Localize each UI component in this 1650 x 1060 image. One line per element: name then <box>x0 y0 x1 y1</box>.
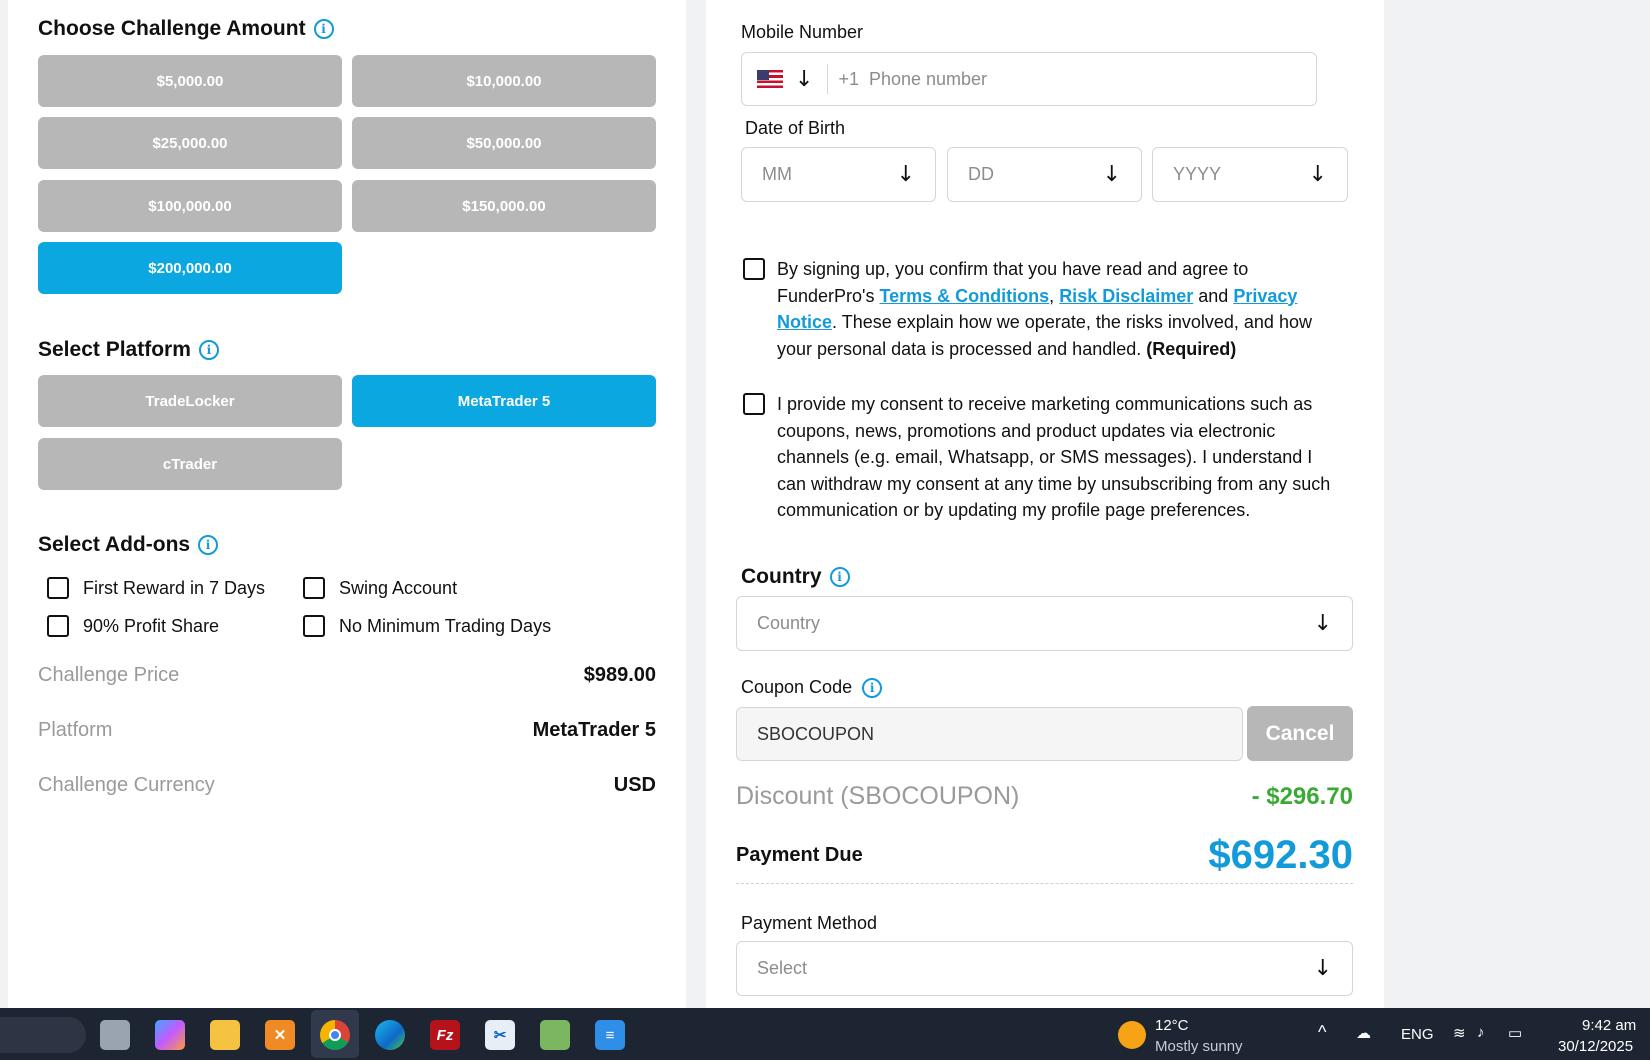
battery-icon[interactable]: ▭ <box>1508 1024 1522 1042</box>
right-panel: Mobile Number ↓ +1 Phone number Date of … <box>706 0 1384 1008</box>
mobile-number-label: Mobile Number <box>741 22 864 42</box>
marketing-checkbox[interactable] <box>743 393 765 415</box>
terms-link[interactable]: Terms & Conditions <box>879 286 1049 306</box>
terms-consent-text: By signing up, you confirm that you have… <box>777 259 1312 359</box>
chevron-down-icon: ↓ <box>1102 162 1121 187</box>
challenge-amount-title: Choose Challenge Amount i <box>38 17 334 41</box>
checkbox[interactable] <box>303 577 325 599</box>
amount-5000-button[interactable]: $5,000.00 <box>38 55 342 107</box>
coupon-input[interactable]: SBOCOUPON <box>736 707 1243 761</box>
amount-150000-button[interactable]: $150,000.00 <box>352 180 656 232</box>
weather-temp: 12°C <box>1155 1017 1189 1034</box>
snipping-tool-icon[interactable]: ✂ <box>485 1020 515 1050</box>
payment-due-row: Payment Due $692.30 <box>736 828 1353 884</box>
amount-200000-button[interactable]: $200,000.00 <box>38 242 342 294</box>
info-icon[interactable]: i <box>862 677 883 698</box>
payment-method-label: Payment Method <box>741 913 878 933</box>
currency-row: Challenge Currency USD <box>38 774 656 796</box>
phone-input[interactable]: Phone number <box>869 69 987 90</box>
chevron-down-icon: ↓ <box>896 162 915 187</box>
amount-50000-button[interactable]: $50,000.00 <box>352 117 656 169</box>
divider <box>827 64 829 94</box>
marketing-consent: I provide my consent to receive marketin… <box>743 391 1337 524</box>
platform-metatrader5-button[interactable]: MetaTrader 5 <box>352 375 656 427</box>
platform-tradelocker-button[interactable]: TradeLocker <box>38 375 342 427</box>
chrome-icon[interactable] <box>320 1020 350 1050</box>
clock-date[interactable]: 30/12/2025 <box>1558 1038 1633 1055</box>
left-panel: Choose Challenge Amount i $5,000.00 $10,… <box>8 0 686 1008</box>
addon-first-reward[interactable]: First Reward in 7 Days <box>47 577 265 599</box>
language-indicator[interactable]: ENG <box>1401 1026 1434 1043</box>
copilot-icon[interactable] <box>155 1020 185 1050</box>
checkbox[interactable] <box>47 577 69 599</box>
terms-checkbox[interactable] <box>743 258 765 280</box>
info-icon[interactable]: i <box>198 340 219 360</box>
dob-month-select[interactable]: MM ↓ <box>741 147 936 202</box>
chevron-down-icon: ↓ <box>1313 611 1332 636</box>
dob-label: Date of Birth <box>745 118 846 138</box>
terms-consent: By signing up, you confirm that you have… <box>743 256 1337 362</box>
cancel-coupon-button[interactable]: Cancel <box>1247 706 1353 761</box>
marketing-consent-text: I provide my consent to receive marketin… <box>777 394 1331 520</box>
clock-time[interactable]: 9:42 am <box>1582 1017 1636 1034</box>
select-addons-title: Select Add-ons i <box>38 533 219 557</box>
challenge-price-row: Challenge Price $989.00 <box>38 664 656 686</box>
chevron-up-icon[interactable]: ^ <box>1318 1022 1326 1043</box>
country-title: Country i <box>741 565 850 589</box>
checkbox[interactable] <box>47 615 69 637</box>
amount-25000-button[interactable]: $25,000.00 <box>38 117 342 169</box>
country-select[interactable]: Country ↓ <box>736 596 1353 651</box>
info-icon[interactable]: i <box>829 567 850 587</box>
file-explorer-icon[interactable] <box>210 1020 240 1050</box>
dob-day-select[interactable]: DD ↓ <box>947 147 1142 202</box>
amount-100000-button[interactable]: $100,000.00 <box>38 180 342 232</box>
payment-method-select[interactable]: Select ↓ <box>736 941 1353 996</box>
taskbar: ✕ Fz ✂ ≡ 12°C Mostly sunny ^ ☁ ENG ≋ ♪ ▭… <box>0 1008 1650 1060</box>
task-view-icon[interactable] <box>100 1020 130 1050</box>
us-flag-icon[interactable] <box>757 70 783 88</box>
info-icon[interactable]: i <box>313 19 334 39</box>
addon-swing-account[interactable]: Swing Account <box>303 577 457 599</box>
volume-icon[interactable]: ♪ <box>1477 1024 1485 1041</box>
dial-code: +1 <box>838 68 859 89</box>
mobile-number-field[interactable]: ↓ +1 Phone number <box>741 52 1317 106</box>
chevron-down-icon: ↓ <box>1313 956 1332 981</box>
edge-icon[interactable] <box>375 1020 405 1050</box>
xampp-icon[interactable]: ✕ <box>265 1020 295 1050</box>
discount-row: Discount (SBOCOUPON) - $296.70 <box>736 782 1353 810</box>
filezilla-icon[interactable]: Fz <box>430 1020 460 1050</box>
dob-year-select[interactable]: YYYY ↓ <box>1152 147 1348 202</box>
chevron-down-icon: ↓ <box>1308 162 1327 187</box>
select-platform-title: Select Platform i <box>38 338 219 362</box>
checkbox[interactable] <box>303 615 325 637</box>
amount-10000-button[interactable]: $10,000.00 <box>352 55 656 107</box>
notepad-plus-icon[interactable] <box>540 1020 570 1050</box>
platform-row: Platform MetaTrader 5 <box>38 719 656 741</box>
country-code-dropdown-icon[interactable]: ↓ <box>795 67 813 92</box>
platform-ctrader-button[interactable]: cTrader <box>38 438 342 490</box>
risk-disclaimer-link[interactable]: Risk Disclaimer <box>1059 286 1193 306</box>
cloud-sync-icon[interactable]: ☁ <box>1356 1024 1371 1042</box>
wifi-icon[interactable]: ≋ <box>1453 1024 1466 1042</box>
addon-profit-share[interactable]: 90% Profit Share <box>47 615 219 637</box>
weather-icon[interactable] <box>1118 1021 1146 1049</box>
taskbar-search[interactable] <box>0 1017 86 1053</box>
notepad-icon[interactable]: ≡ <box>595 1020 625 1050</box>
coupon-label: Coupon Code i <box>741 677 883 698</box>
addon-no-min-days[interactable]: No Minimum Trading Days <box>303 615 551 637</box>
info-icon[interactable]: i <box>198 535 219 555</box>
weather-desc: Mostly sunny <box>1155 1038 1243 1055</box>
